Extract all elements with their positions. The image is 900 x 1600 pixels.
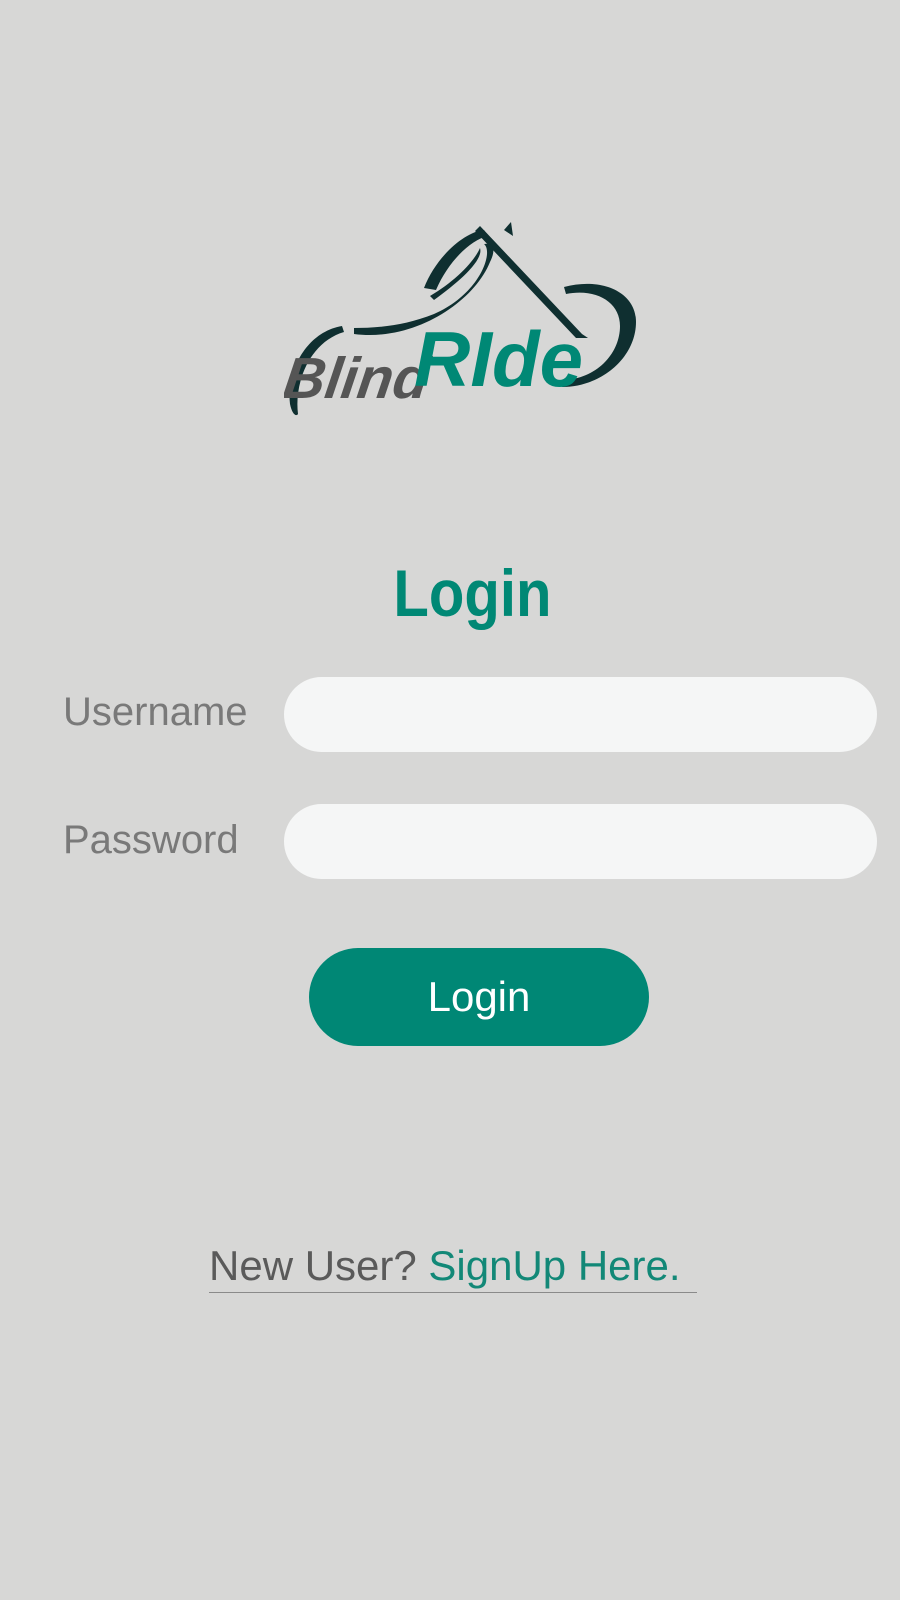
logo-wordmark: Blind RIde [284, 315, 583, 411]
svg-text:RIde: RIde [414, 315, 583, 403]
signup-prompt: New User? SignUp Here. [209, 1240, 681, 1292]
svg-text:Blind: Blind [284, 346, 435, 411]
blindride-logo: Blind RIde [284, 222, 656, 422]
password-input[interactable] [284, 804, 877, 879]
password-label: Password [63, 818, 239, 862]
username-input[interactable] [284, 677, 877, 752]
new-user-text: New User? [209, 1242, 417, 1289]
signup-link[interactable]: SignUp Here. [428, 1242, 680, 1289]
signup-underline [209, 1292, 697, 1293]
username-label: Username [63, 690, 248, 734]
page-title: Login [393, 556, 552, 630]
motorcycle-logo-icon: Blind RIde [284, 222, 636, 416]
login-button[interactable]: Login [309, 948, 649, 1046]
